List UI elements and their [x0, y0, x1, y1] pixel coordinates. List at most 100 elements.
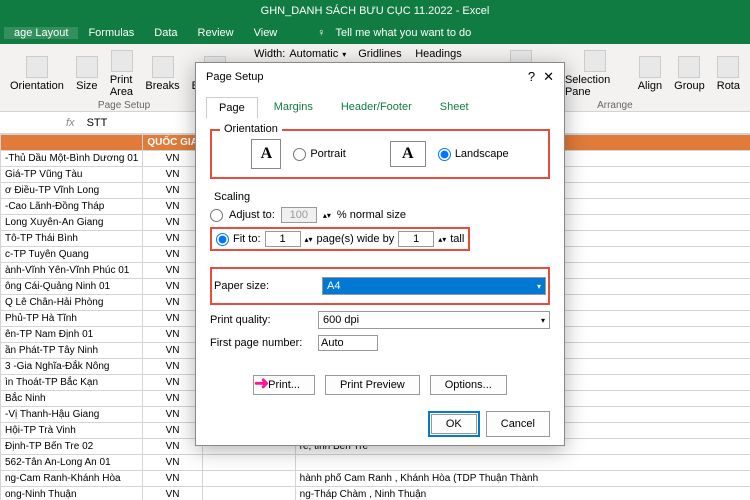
- paper-size-select[interactable]: A4▾: [322, 277, 546, 295]
- fx-icon[interactable]: fx: [60, 117, 81, 129]
- tab-data[interactable]: Data: [144, 27, 187, 39]
- close-icon[interactable]: ✕: [543, 69, 554, 85]
- tab-margins[interactable]: Margins: [262, 97, 325, 119]
- fit-height-spinner[interactable]: 1: [398, 231, 434, 247]
- tab-view[interactable]: View: [244, 27, 288, 39]
- cell[interactable]: Định-TP Bến Tre 02: [1, 439, 143, 455]
- gridlines-label[interactable]: Gridlines: [358, 48, 401, 60]
- print-area-button[interactable]: Print Area: [106, 48, 138, 100]
- cell[interactable]: VN: [143, 279, 203, 295]
- first-page-label: First page number:: [210, 337, 310, 349]
- tell-me[interactable]: ♀ Tell me what you want to do: [307, 27, 491, 39]
- adjust-to-spinner[interactable]: 100: [281, 207, 317, 223]
- cell[interactable]: [202, 471, 295, 487]
- dialog-titlebar: Page Setup ?✕: [196, 63, 564, 91]
- print-area-icon: [111, 50, 133, 72]
- cell[interactable]: Phủ-TP Hà Tĩnh: [1, 311, 143, 327]
- cell[interactable]: ìn Thoát-TP Bắc Kạn: [1, 375, 143, 391]
- cell[interactable]: c-TP Tuyên Quang: [1, 247, 143, 263]
- table-row[interactable]: 562-Tân An-Long An 01VN: [1, 455, 750, 471]
- fit-to-radio[interactable]: [216, 233, 229, 246]
- size-button[interactable]: Size: [72, 54, 102, 94]
- cell[interactable]: VN: [143, 359, 203, 375]
- cell[interactable]: hành phố Cam Ranh , Khánh Hòa (TDP Thuận…: [295, 471, 750, 487]
- cell[interactable]: VN: [143, 423, 203, 439]
- cell[interactable]: VN: [143, 327, 203, 343]
- portrait-radio[interactable]: [293, 148, 306, 161]
- cell[interactable]: Hội-TP Trà Vinh: [1, 423, 143, 439]
- cell[interactable]: ên-TP Nam Định 01: [1, 327, 143, 343]
- cell[interactable]: VN: [143, 487, 203, 500]
- selection-pane-icon: [584, 50, 606, 72]
- cell[interactable]: ng-Cam Ranh-Khánh Hòa: [1, 471, 143, 487]
- cell[interactable]: [202, 455, 295, 471]
- cell[interactable]: VN: [143, 471, 203, 487]
- tab-page-layout[interactable]: age Layout: [4, 27, 78, 39]
- landscape-icon: A: [390, 141, 426, 167]
- cell[interactable]: 3 -Gia Nghĩa-Đắk Nông: [1, 359, 143, 375]
- cell[interactable]: VN: [143, 247, 203, 263]
- cell[interactable]: VN: [143, 183, 203, 199]
- tab-review[interactable]: Review: [188, 27, 244, 39]
- print-preview-button[interactable]: Print Preview: [325, 375, 420, 395]
- fit-width-spinner[interactable]: 1: [265, 231, 301, 247]
- print-quality-value: 600 dpi: [323, 314, 359, 326]
- cell[interactable]: VN: [143, 263, 203, 279]
- cell[interactable]: Bắc Ninh: [1, 391, 143, 407]
- ok-button[interactable]: OK: [431, 414, 477, 434]
- align-button[interactable]: Align: [634, 54, 666, 94]
- headings-label[interactable]: Headings: [415, 48, 461, 60]
- adjust-to-radio[interactable]: [210, 209, 223, 222]
- table-row[interactable]: ong-Ninh ThuậnVN ng-Tháp Chàm , Ninh Thuậ…: [1, 487, 750, 500]
- cell[interactable]: VN: [143, 167, 203, 183]
- landscape-radio[interactable]: [438, 148, 451, 161]
- selection-pane-button[interactable]: Selection Pane: [561, 48, 630, 100]
- tab-header-footer[interactable]: Header/Footer: [329, 97, 424, 119]
- breaks-button[interactable]: Breaks: [141, 54, 183, 94]
- tab-sheet[interactable]: Sheet: [428, 97, 481, 119]
- cell[interactable]: ng-Tháp Chàm , Ninh Thuận: [295, 487, 750, 500]
- cell[interactable]: [202, 487, 295, 500]
- options-button[interactable]: Options...: [430, 375, 507, 395]
- cell[interactable]: ành-Vĩnh Yên-Vĩnh Phúc 01: [1, 263, 143, 279]
- cell[interactable]: VN: [143, 375, 203, 391]
- tab-formulas[interactable]: Formulas: [78, 27, 144, 39]
- orientation-button[interactable]: Orientation: [6, 54, 68, 94]
- cell[interactable]: VN: [143, 455, 203, 471]
- cancel-button[interactable]: Cancel: [486, 411, 550, 437]
- cell[interactable]: ong-Ninh Thuận: [1, 487, 143, 500]
- tab-page[interactable]: Page: [206, 97, 258, 119]
- group-button[interactable]: Group: [670, 54, 709, 94]
- cell[interactable]: VN: [143, 231, 203, 247]
- cell[interactable]: 562-Tân An-Long An 01: [1, 455, 143, 471]
- rotate-button[interactable]: Rota: [713, 54, 744, 94]
- cell[interactable]: -Cao Lãnh-Đồng Tháp: [1, 199, 143, 215]
- width-value[interactable]: Automatic: [289, 48, 338, 60]
- size-label: Size: [76, 80, 97, 92]
- cell[interactable]: ông Cái-Quảng Ninh 01: [1, 279, 143, 295]
- print-quality-select[interactable]: 600 dpi▾: [318, 311, 550, 329]
- cell[interactable]: VN: [143, 343, 203, 359]
- cell[interactable]: ần Phát-TP Tây Ninh: [1, 343, 143, 359]
- cell[interactable]: VN: [143, 391, 203, 407]
- cell[interactable]: Tô-TP Thái Bình: [1, 231, 143, 247]
- cell[interactable]: VN: [143, 151, 203, 167]
- cell[interactable]: [295, 455, 750, 471]
- cell[interactable]: VN: [143, 199, 203, 215]
- orientation-label: Orientation: [10, 80, 64, 92]
- cell[interactable]: -Thủ Dầu Một-Bình Dương 01: [1, 151, 143, 167]
- first-page-input[interactable]: [318, 335, 378, 351]
- cell[interactable]: Long Xuyên-An Giang: [1, 215, 143, 231]
- help-icon[interactable]: ?: [528, 69, 535, 85]
- cell[interactable]: Giá-TP Vũng Tàu: [1, 167, 143, 183]
- cell[interactable]: VN: [143, 407, 203, 423]
- scaling-legend: Scaling: [210, 191, 254, 203]
- cell[interactable]: VN: [143, 311, 203, 327]
- cell[interactable]: VN: [143, 215, 203, 231]
- cell[interactable]: -Vị Thanh-Hậu Giang: [1, 407, 143, 423]
- cell[interactable]: VN: [143, 295, 203, 311]
- table-row[interactable]: ng-Cam Ranh-Khánh HòaVN hành phố Cam Ranh…: [1, 471, 750, 487]
- cell[interactable]: Q Lê Chân-Hải Phòng: [1, 295, 143, 311]
- cell[interactable]: VN: [143, 439, 203, 455]
- cell[interactable]: ơ Điều-TP Vĩnh Long: [1, 183, 143, 199]
